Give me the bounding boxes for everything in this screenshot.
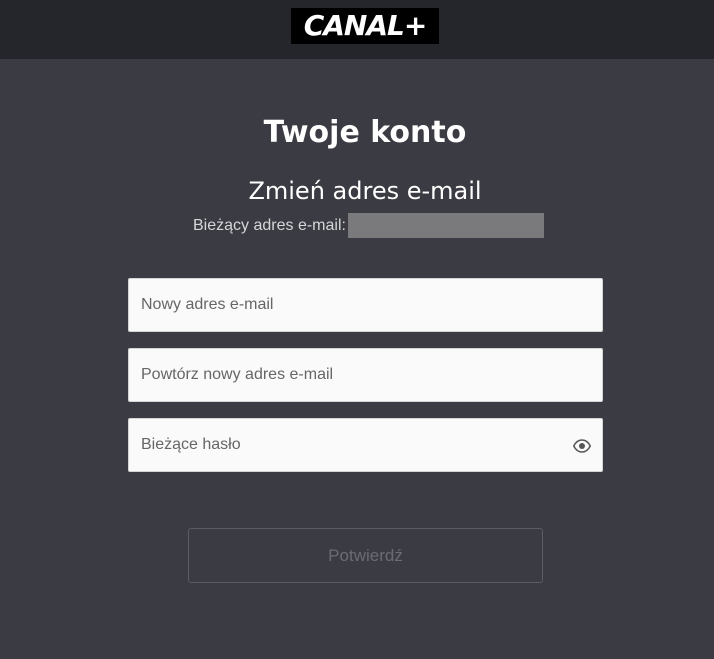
current-email-row: Bieżący adres e-mail:: [193, 213, 544, 238]
page-title: Twoje konto: [263, 115, 467, 150]
repeat-email-input[interactable]: [129, 349, 602, 401]
password-field-container: [128, 418, 603, 472]
eye-icon[interactable]: [573, 437, 591, 455]
top-bar: CANAL+: [0, 0, 714, 59]
current-email-label: Bieżący adres e-mail:: [193, 216, 346, 234]
account-content: Twoje konto Zmień adres e-mail Bieżący a…: [0, 59, 714, 659]
new-email-input[interactable]: [129, 279, 602, 331]
section-title: Zmień adres e-mail: [248, 177, 482, 205]
canal-plus-logo[interactable]: CANAL+: [291, 8, 439, 44]
current-password-input[interactable]: [129, 419, 602, 471]
confirm-button[interactable]: Potwierdź: [188, 528, 543, 583]
repeat-email-field-container: [128, 348, 603, 402]
new-email-field-container: [128, 278, 603, 332]
current-email-value-redacted: [347, 213, 544, 238]
